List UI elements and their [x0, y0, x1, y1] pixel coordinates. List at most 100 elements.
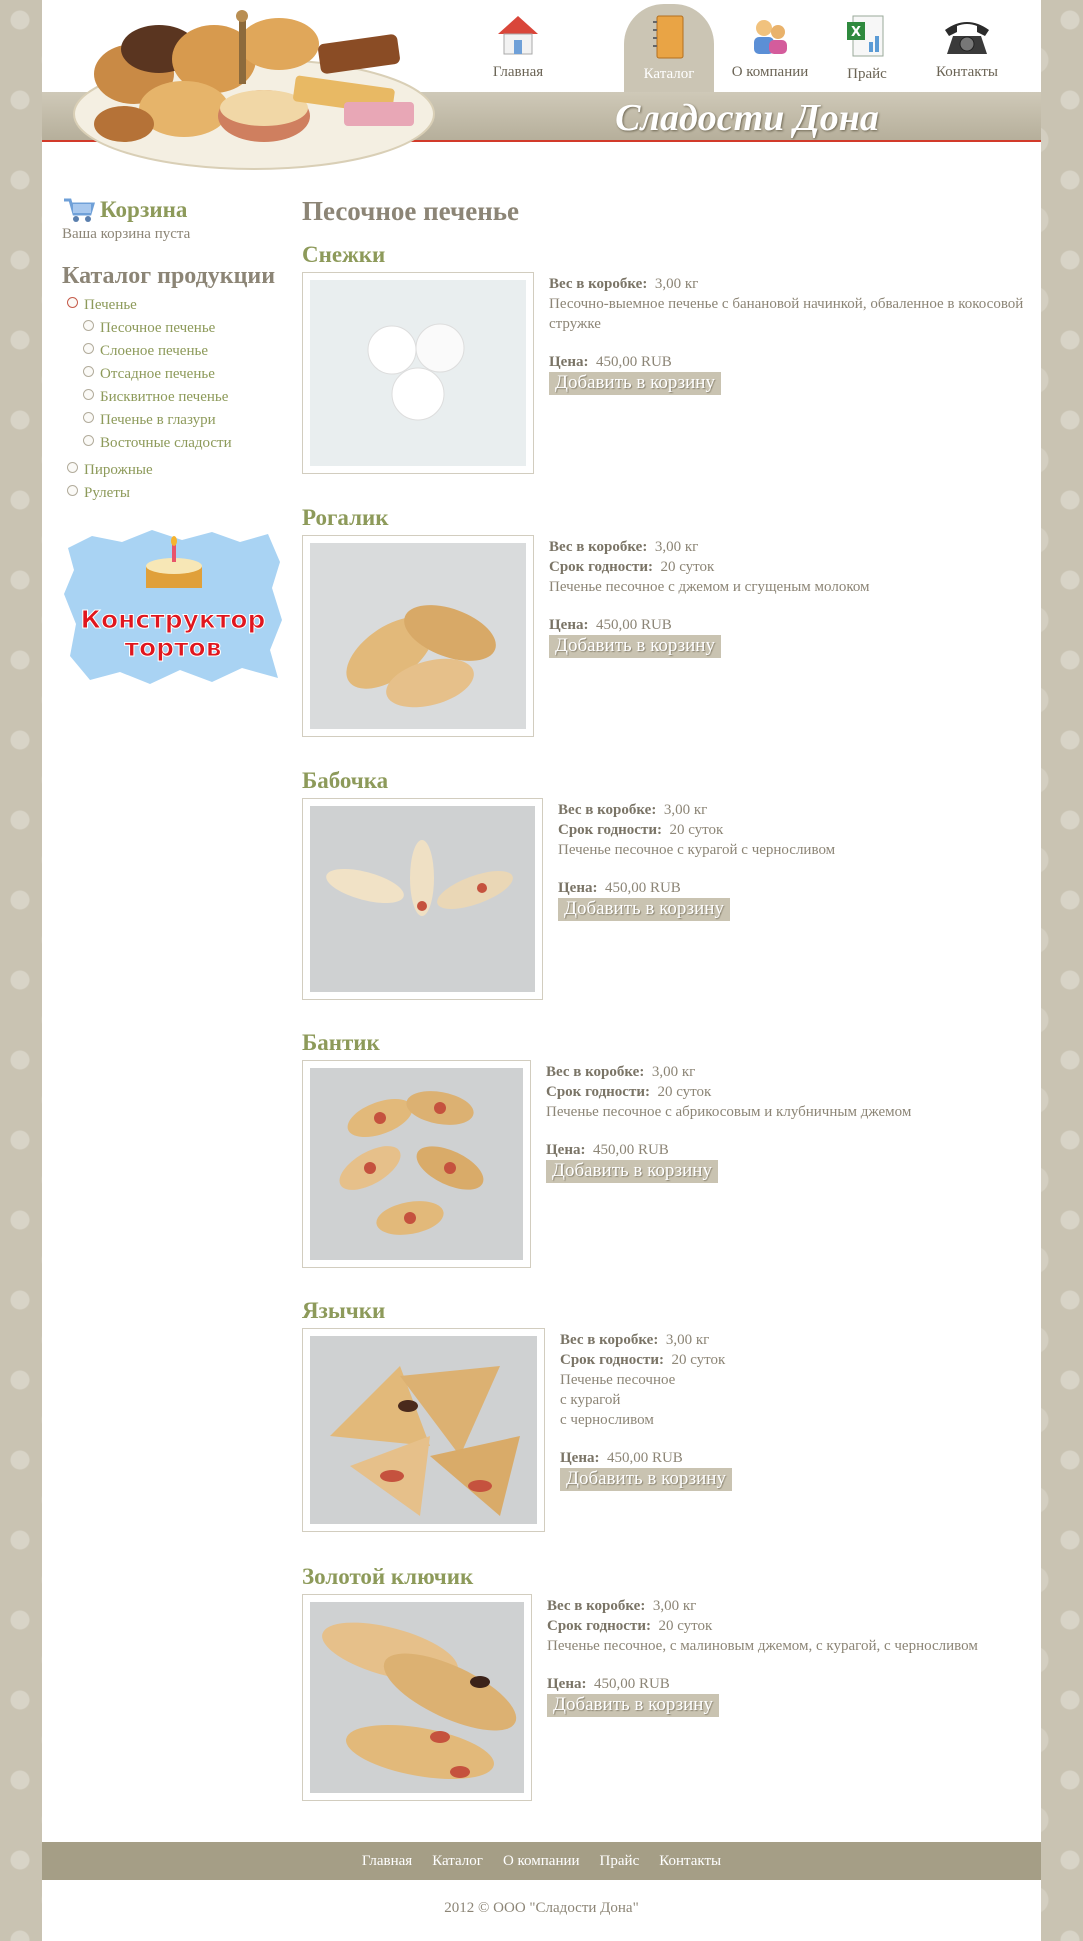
page: Главная Каталог О компании X Прайс Конта…: [42, 0, 1041, 1941]
product-weight: 3,00 кг: [651, 1064, 696, 1080]
product-info: Вес в коробке: 3,00 кг Срок годности: 20…: [558, 800, 1038, 921]
product-card: Рогалик Вес в коробке: 3,00 кг Срок годн…: [302, 505, 870, 737]
nav-catalog[interactable]: Каталог: [624, 4, 714, 92]
product-description: Песочно-выемное печенье с банановой начи…: [549, 296, 1024, 332]
catalog-subitem[interactable]: Восточные сладости: [78, 432, 292, 455]
product-card: Бабочка Вес в коробке: 3,00 кг Срок годн…: [302, 768, 835, 1000]
nav-price[interactable]: X Прайс: [832, 4, 902, 92]
product-info: Вес в коробке: 3,00 кг Срок годности: 20…: [547, 1596, 1047, 1717]
catalog-subitem[interactable]: Песочное печенье: [78, 317, 292, 340]
catalog-item-rulety[interactable]: Рулеты: [62, 482, 292, 505]
product-price: 450,00 RUB: [593, 1676, 670, 1692]
product-info: Вес в коробке: 3,00 кг Срок годности: 20…: [560, 1330, 1040, 1491]
cart-heading[interactable]: Корзина: [62, 196, 292, 224]
product-title[interactable]: Язычки: [302, 1298, 385, 1328]
page-title: Песочное печенье: [302, 196, 520, 226]
product-image: [310, 806, 535, 992]
product-image: [310, 280, 526, 466]
footer-link-price[interactable]: Прайс: [600, 1842, 640, 1880]
product-photo[interactable]: [302, 1328, 545, 1532]
product-image: [310, 543, 526, 729]
bullet-icon: [83, 366, 94, 377]
product-price: 450,00 RUB: [604, 880, 681, 896]
nav-contacts[interactable]: Контакты: [922, 4, 1012, 92]
footer-navigation: Главная Каталог О компании Прайс Контакт…: [42, 1842, 1041, 1880]
product-photo[interactable]: [302, 798, 543, 1000]
nav-home[interactable]: Главная: [482, 4, 554, 92]
product-weight: 3,00 кг: [665, 1332, 710, 1348]
product-info: Вес в коробке: 3,00 кг Песочно-выемное п…: [549, 274, 1029, 395]
catalog-subitem[interactable]: Отсадное печенье: [78, 363, 292, 386]
catalog-subitem[interactable]: Печенье в глазури: [78, 409, 292, 432]
product-price: 450,00 RUB: [595, 354, 672, 370]
product-image: [310, 1068, 523, 1260]
product-photo[interactable]: [302, 535, 534, 737]
product-card: Золотой ключик Вес в коробке: 3,00 кг Ср…: [302, 1564, 978, 1801]
product-description: Печенье песочное с курагой с черносливом: [558, 842, 836, 858]
cookie-plate-image: [73, 10, 435, 170]
add-to-cart-button[interactable]: Добавить в корзину: [560, 1468, 732, 1491]
svg-text:X: X: [851, 25, 861, 40]
product-weight: 3,00 кг: [663, 802, 708, 818]
catalog-tree: Печенье Песочное печенье Слоеное печенье…: [62, 294, 292, 505]
bullet-icon: [83, 412, 94, 423]
product-weight: 3,00 кг: [654, 276, 699, 292]
product-price: 450,00 RUB: [606, 1450, 683, 1466]
footer-link-home[interactable]: Главная: [362, 1842, 412, 1880]
excel-icon: X: [847, 15, 884, 57]
product-photo[interactable]: [302, 1060, 531, 1268]
site-title: Сладости Дона: [615, 97, 879, 139]
cake-constructor-banner[interactable]: Конструктор тортов: [62, 528, 284, 684]
catalog-subitem[interactable]: Слоеное печенье: [78, 340, 292, 363]
product-card: Язычки Вес в коробке: 3,00 кг Срок годно…: [302, 1298, 732, 1532]
add-to-cart-button[interactable]: Добавить в корзину: [558, 898, 730, 921]
product-weight: 3,00 кг: [654, 539, 699, 555]
product-shelf-life: 20 суток: [660, 559, 715, 575]
product-photo[interactable]: [302, 272, 534, 474]
add-to-cart-button[interactable]: Добавить в корзину: [549, 372, 721, 395]
product-description: Печенье песочное с курагой с черносливом: [560, 1372, 676, 1428]
bullet-icon: [67, 462, 78, 473]
shopping-cart-icon: [64, 198, 96, 222]
main-content: Песочное печенье Снежки Вес в коробке: 3…: [302, 196, 1032, 1801]
bullet-icon: [83, 389, 94, 400]
sidebar: Корзина Ваша корзина пуста Каталог проду…: [62, 196, 292, 505]
product-description: Печенье песочное с джемом и сгущеным мол…: [549, 579, 870, 595]
cart-status: Ваша корзина пуста: [62, 226, 191, 242]
product-title[interactable]: Золотой ключик: [302, 1564, 473, 1594]
add-to-cart-button[interactable]: Добавить в корзину: [546, 1160, 718, 1183]
add-to-cart-button[interactable]: Добавить в корзину: [547, 1694, 719, 1717]
product-title[interactable]: Бантик: [302, 1030, 380, 1060]
product-title[interactable]: Снежки: [302, 242, 385, 272]
product-photo[interactable]: [302, 1594, 532, 1801]
bullet-icon: [83, 343, 94, 354]
copyright: 2012 © ООО "Сладости Дона": [444, 1900, 639, 1916]
catalog-item-pechenye[interactable]: Печенье Песочное печенье Слоеное печенье…: [62, 294, 292, 455]
catalog-subitem[interactable]: Бисквитное печенье: [78, 386, 292, 409]
product-card: Бантик Вес в коробке: 3,00 кг Срок годно…: [302, 1030, 911, 1268]
product-info: Вес в коробке: 3,00 кг Срок годности: 20…: [549, 537, 1029, 658]
footer-link-contacts[interactable]: Контакты: [659, 1842, 721, 1880]
product-description: Печенье песочное с абрикосовым и клубнич…: [546, 1104, 912, 1120]
home-icon: [498, 16, 538, 55]
expanded-bullet-icon: [67, 297, 78, 308]
product-title[interactable]: Рогалик: [302, 505, 389, 535]
product-shelf-life: 20 суток: [658, 1618, 713, 1634]
product-weight: 3,00 кг: [652, 1598, 697, 1614]
people-icon: [754, 20, 787, 54]
bullet-icon: [67, 485, 78, 496]
footer-link-catalog[interactable]: Каталог: [432, 1842, 483, 1880]
product-price: 450,00 RUB: [595, 617, 672, 633]
catalog-subtree: Песочное печенье Слоеное печенье Отсадно…: [62, 317, 292, 455]
notebook-icon: [653, 15, 684, 59]
catalog-heading: Каталог продукции: [62, 263, 276, 289]
footer-link-about[interactable]: О компании: [503, 1842, 580, 1880]
product-shelf-life: 20 суток: [671, 1352, 726, 1368]
product-title[interactable]: Бабочка: [302, 768, 388, 798]
catalog-item-pirozhnye[interactable]: Пирожные: [62, 459, 292, 482]
bullet-icon: [83, 435, 94, 446]
add-to-cart-button[interactable]: Добавить в корзину: [549, 635, 721, 658]
product-price: 450,00 RUB: [592, 1142, 669, 1158]
nav-about[interactable]: О компании: [720, 4, 820, 92]
site-header: Главная Каталог О компании X Прайс Конта…: [42, 0, 1041, 170]
